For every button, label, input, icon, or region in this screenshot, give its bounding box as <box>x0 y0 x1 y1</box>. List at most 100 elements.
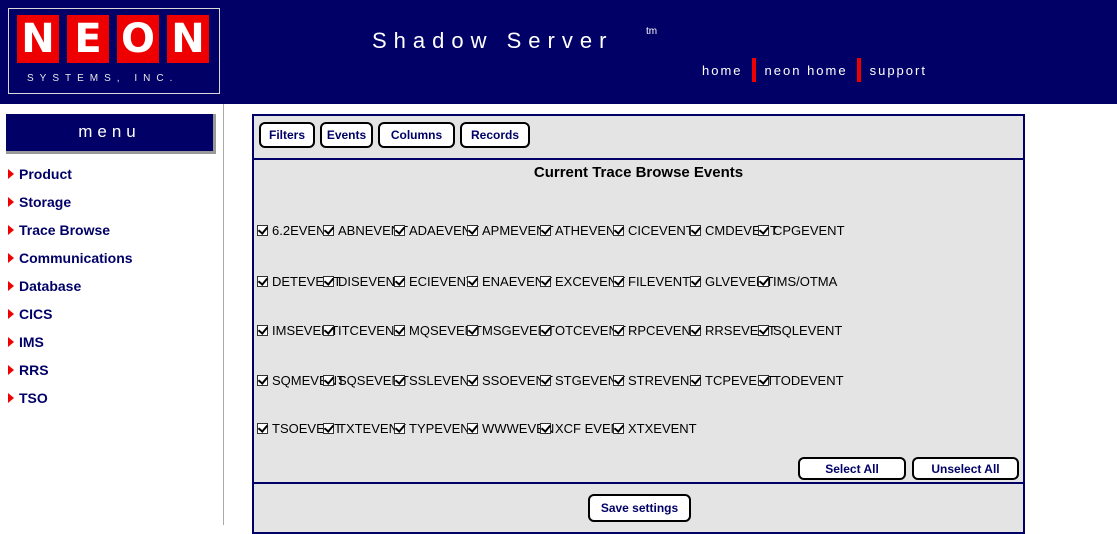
checkbox-checked-icon[interactable] <box>540 374 551 386</box>
checkbox-checked-icon[interactable] <box>540 324 551 336</box>
checkbox-checked-icon[interactable] <box>758 224 769 236</box>
checkbox-checked-icon[interactable] <box>323 374 334 386</box>
nav-link-home[interactable]: home <box>702 63 743 78</box>
checkbox-checked-icon[interactable] <box>257 275 268 287</box>
event-checkbox-label: XCF EVEN <box>555 420 621 436</box>
unselect-all-button[interactable]: Unselect All <box>912 457 1019 480</box>
checkbox-checked-icon[interactable] <box>613 324 624 336</box>
sidebar-item-label: Product <box>19 166 72 182</box>
checkbox-checked-icon[interactable] <box>540 224 551 236</box>
filters-button[interactable]: Filters <box>259 122 315 148</box>
event-checkbox[interactable]: ATHEVENT <box>540 222 623 238</box>
sidebar-item-cics[interactable]: CICS <box>8 300 133 328</box>
event-checkbox[interactable]: RPCEVENT <box>613 322 699 338</box>
event-checkbox[interactable]: ITCEVENT <box>323 322 402 338</box>
checkbox-checked-icon[interactable] <box>323 275 334 287</box>
event-checkbox[interactable]: CICEVENT <box>613 222 694 238</box>
sidebar-item-product[interactable]: Product <box>8 160 133 188</box>
event-checkbox[interactable]: XCF EVEN <box>540 420 620 436</box>
checkbox-checked-icon[interactable] <box>613 275 624 287</box>
checkbox-checked-icon[interactable] <box>257 224 268 236</box>
checkbox-checked-icon[interactable] <box>394 422 405 434</box>
checkbox-checked-icon[interactable] <box>613 224 624 236</box>
sidebar-item-communications[interactable]: Communications <box>8 244 133 272</box>
checkbox-checked-icon[interactable] <box>758 374 769 386</box>
event-checkbox[interactable]: TODEVENT <box>758 372 844 388</box>
sidebar-item-tso[interactable]: TSO <box>8 384 133 412</box>
event-checkbox[interactable]: ECIEVENT <box>394 273 474 289</box>
event-checkbox[interactable]: STREVENT <box>613 372 697 388</box>
header-banner: N E O N SYSTEMS, INC. Shadow Server tm h… <box>0 0 1117 104</box>
arrow-right-icon <box>8 197 14 207</box>
arrow-right-icon <box>8 253 14 263</box>
checkbox-checked-icon[interactable] <box>323 224 334 236</box>
sidebar-item-rrs[interactable]: RRS <box>8 356 133 384</box>
sidebar-item-storage[interactable]: Storage <box>8 188 133 216</box>
event-checkbox-label: XTXEVENT <box>628 420 697 436</box>
arrow-right-icon <box>8 309 14 319</box>
event-checkbox[interactable]: DISEVENT <box>323 273 403 289</box>
nav-link-support[interactable]: support <box>870 63 927 78</box>
event-checkbox-label: ITCEVENT <box>338 322 403 338</box>
event-checkbox-label: FILEVENT <box>628 273 691 289</box>
event-checkbox[interactable]: FILEVENT <box>613 273 690 289</box>
events-button[interactable]: Events <box>320 122 373 148</box>
records-button[interactable]: Records <box>460 122 530 148</box>
logo-subtitle: SYSTEMS, INC. <box>27 73 179 84</box>
checkbox-checked-icon[interactable] <box>540 275 551 287</box>
event-checkbox-label: IMS/OTMA <box>773 273 838 289</box>
save-settings-button[interactable]: Save settings <box>588 494 691 522</box>
checkbox-checked-icon[interactable] <box>467 224 478 236</box>
checkbox-checked-icon[interactable] <box>467 324 478 336</box>
nav-separator <box>856 58 861 82</box>
event-checkbox[interactable]: SSLEVENT <box>394 372 477 388</box>
checkbox-checked-icon[interactable] <box>613 374 624 386</box>
checkbox-checked-icon[interactable] <box>540 422 551 434</box>
menu-header: menu <box>6 114 216 154</box>
checkbox-checked-icon[interactable] <box>323 324 334 336</box>
checkbox-checked-icon[interactable] <box>257 422 268 434</box>
checkbox-checked-icon[interactable] <box>394 224 405 236</box>
checkbox-checked-icon[interactable] <box>690 275 701 287</box>
neon-logo[interactable]: N E O N SYSTEMS, INC. <box>8 8 220 94</box>
event-checkbox-label: ECIEVENT <box>409 273 475 289</box>
checkbox-checked-icon[interactable] <box>394 374 405 386</box>
checkbox-checked-icon[interactable] <box>690 224 701 236</box>
event-checkbox-label: RPCEVENT <box>628 322 699 338</box>
checkbox-checked-icon[interactable] <box>467 374 478 386</box>
sidebar-item-label: Storage <box>19 194 72 210</box>
checkbox-checked-icon[interactable] <box>394 324 405 336</box>
event-checkbox[interactable]: IMS/OTMA <box>758 273 837 289</box>
nav-separator <box>751 58 756 82</box>
event-checkbox[interactable]: SQLEVENT <box>758 322 842 338</box>
checkbox-checked-icon[interactable] <box>758 275 769 287</box>
nav-link-neon-home[interactable]: neon home <box>765 63 848 78</box>
checkbox-checked-icon[interactable] <box>758 324 769 336</box>
panel-divider <box>254 482 1023 484</box>
checkbox-checked-icon[interactable] <box>257 324 268 336</box>
arrow-right-icon <box>8 337 14 347</box>
checkbox-checked-icon[interactable] <box>467 275 478 287</box>
logo-letter: N <box>167 15 209 63</box>
columns-button[interactable]: Columns <box>378 122 455 148</box>
checkbox-checked-icon[interactable] <box>323 422 334 434</box>
checkbox-checked-icon[interactable] <box>394 275 405 287</box>
sidebar-item-trace-browse[interactable]: Trace Browse <box>8 216 133 244</box>
arrow-right-icon <box>8 281 14 291</box>
event-checkbox[interactable]: XTXEVENT <box>613 420 697 436</box>
checkbox-checked-icon[interactable] <box>257 374 268 386</box>
event-checkbox[interactable]: CPGEVENT <box>758 222 845 238</box>
sidebar-item-label: IMS <box>19 334 44 350</box>
checkbox-checked-icon[interactable] <box>467 422 478 434</box>
panel-title: Current Trace Browse Events <box>533 164 744 181</box>
sidebar-item-ims[interactable]: IMS <box>8 328 133 356</box>
sidebar-item-label: Database <box>19 278 82 294</box>
site-title: Shadow Server <box>372 28 614 53</box>
event-checkbox[interactable]: TYPEVENT <box>394 420 478 436</box>
select-all-button[interactable]: Select All <box>798 457 906 480</box>
checkbox-checked-icon[interactable] <box>690 374 701 386</box>
sidebar-item-database[interactable]: Database <box>8 272 133 300</box>
event-checkbox[interactable]: 6.2EVENT <box>257 222 333 238</box>
checkbox-checked-icon[interactable] <box>690 324 701 336</box>
checkbox-checked-icon[interactable] <box>613 422 624 434</box>
